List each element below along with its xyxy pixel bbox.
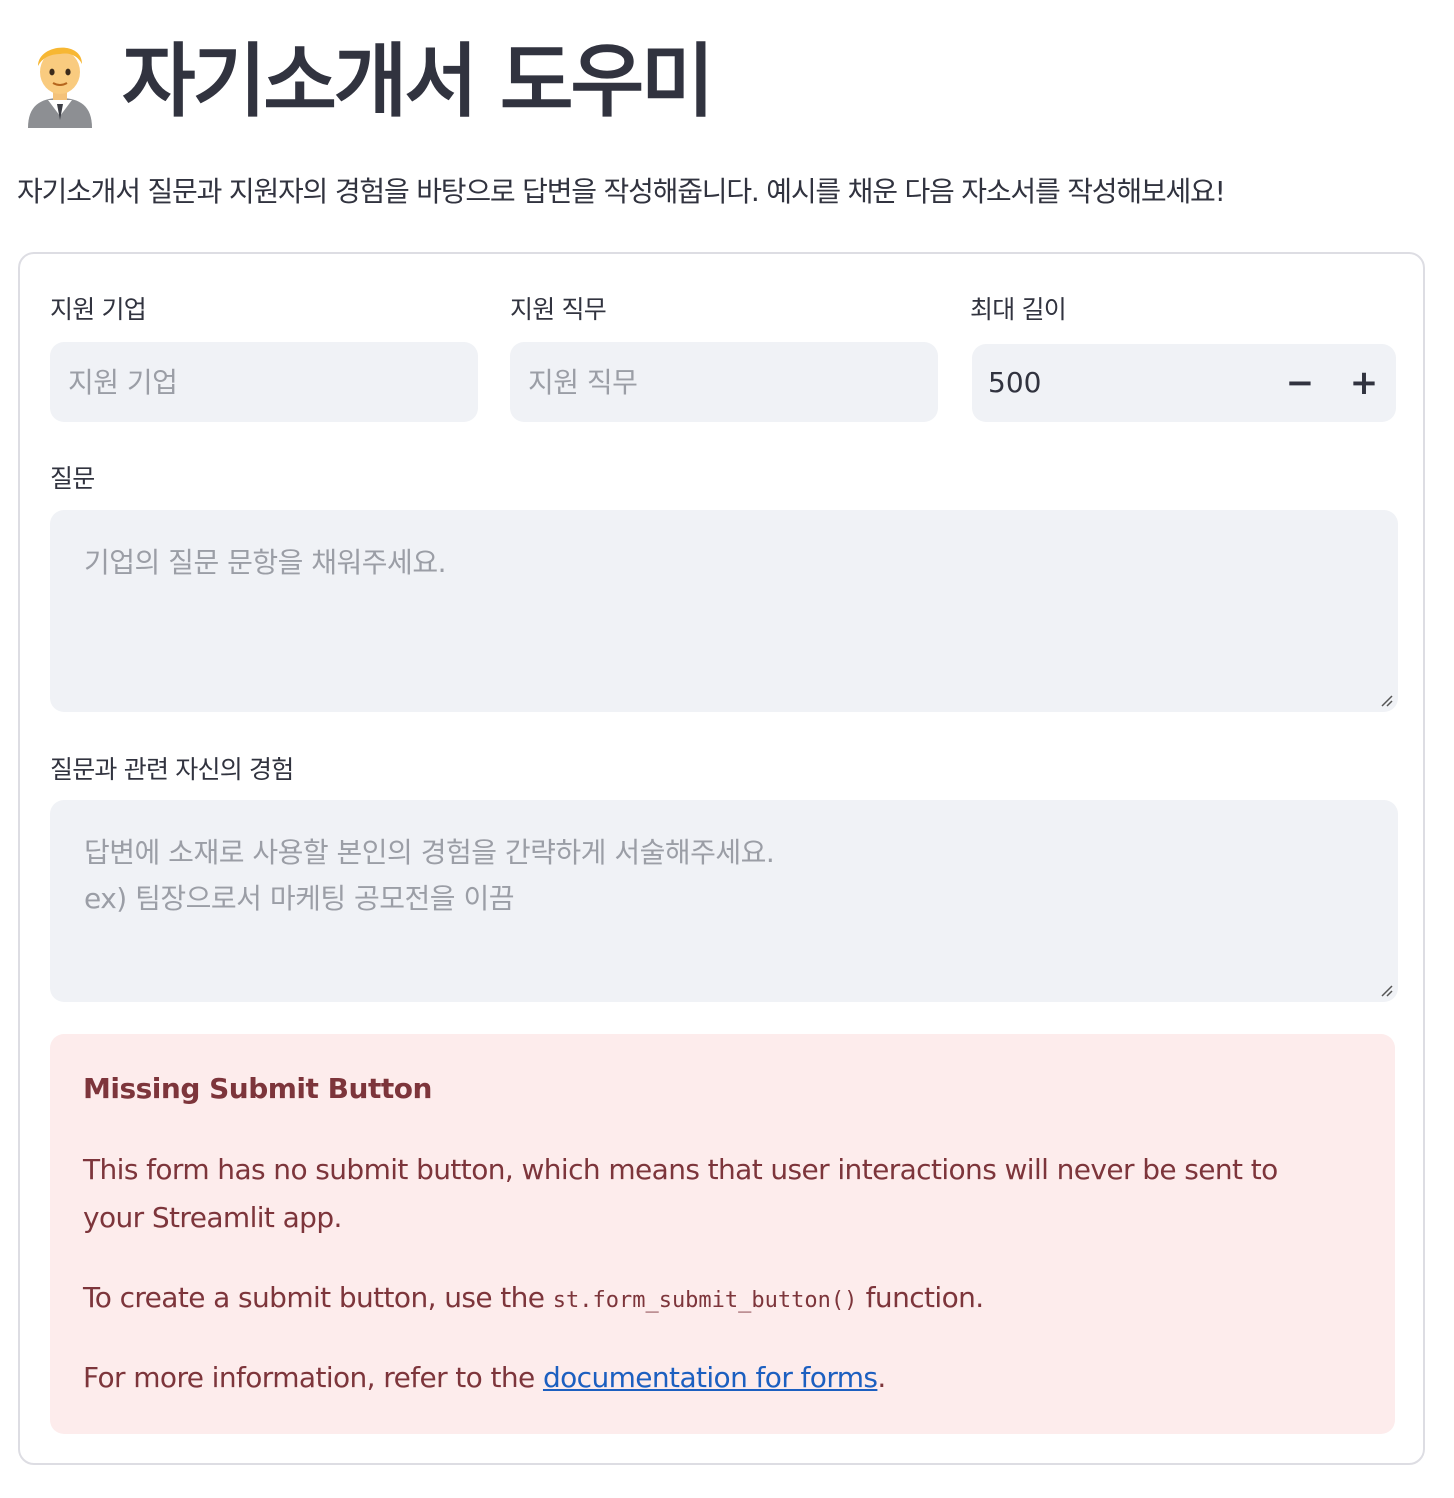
alert-text: function. bbox=[857, 1281, 984, 1314]
page-header: 자기소개서 도우미 bbox=[22, 30, 715, 134]
inline-code: st.form_submit_button() bbox=[552, 1288, 858, 1313]
question-label: 질문 bbox=[50, 464, 95, 493]
company-label: 지원 기업 bbox=[50, 295, 147, 324]
office-worker-emoji-icon bbox=[22, 36, 98, 128]
page-description: 자기소개서 질문과 지원자의 경험을 바탕으로 답변을 작성해줍니다. 예시를 … bbox=[17, 175, 1226, 208]
alert-paragraph-3: For more information, refer to the docum… bbox=[83, 1354, 1343, 1402]
alert-paragraph-2: To create a submit button, use the st.fo… bbox=[83, 1274, 1343, 1325]
alert-title: Missing Submit Button bbox=[83, 1072, 432, 1105]
app-page: 자기소개서 도우미 자기소개서 질문과 지원자의 경험을 바탕으로 답변을 작성… bbox=[0, 0, 1454, 1498]
resize-handle-icon[interactable] bbox=[1378, 692, 1394, 708]
documentation-link[interactable]: documentation for forms bbox=[543, 1361, 878, 1394]
max-length-label: 최대 길이 bbox=[970, 295, 1067, 324]
increment-button[interactable]: + bbox=[1334, 353, 1394, 413]
resize-handle-icon[interactable] bbox=[1378, 982, 1394, 998]
alert-paragraph-1: This form has no submit button, which me… bbox=[83, 1153, 1278, 1234]
alert-text: To create a submit button, use the bbox=[83, 1281, 553, 1314]
job-label: 지원 직무 bbox=[510, 295, 607, 324]
alert-text: . bbox=[877, 1361, 886, 1394]
job-input[interactable] bbox=[510, 342, 938, 422]
question-textarea[interactable] bbox=[50, 510, 1398, 712]
decrement-button[interactable]: − bbox=[1270, 353, 1330, 413]
page-title: 자기소개서 도우미 bbox=[122, 35, 715, 128]
max-length-value[interactable]: 500 bbox=[988, 344, 1041, 422]
alert-text: For more information, refer to the bbox=[83, 1361, 543, 1394]
cover-letter-form: 지원 기업 지원 직무 최대 길이 500 − + 질문 질문과 관련 자신의 … bbox=[18, 252, 1425, 1465]
missing-submit-alert: Missing Submit Button This form has no s… bbox=[50, 1034, 1395, 1434]
max-length-number-input[interactable]: 500 − + bbox=[972, 344, 1396, 422]
company-input[interactable] bbox=[50, 342, 478, 422]
experience-textarea[interactable] bbox=[50, 800, 1398, 1002]
experience-label: 질문과 관련 자신의 경험 bbox=[50, 755, 294, 784]
